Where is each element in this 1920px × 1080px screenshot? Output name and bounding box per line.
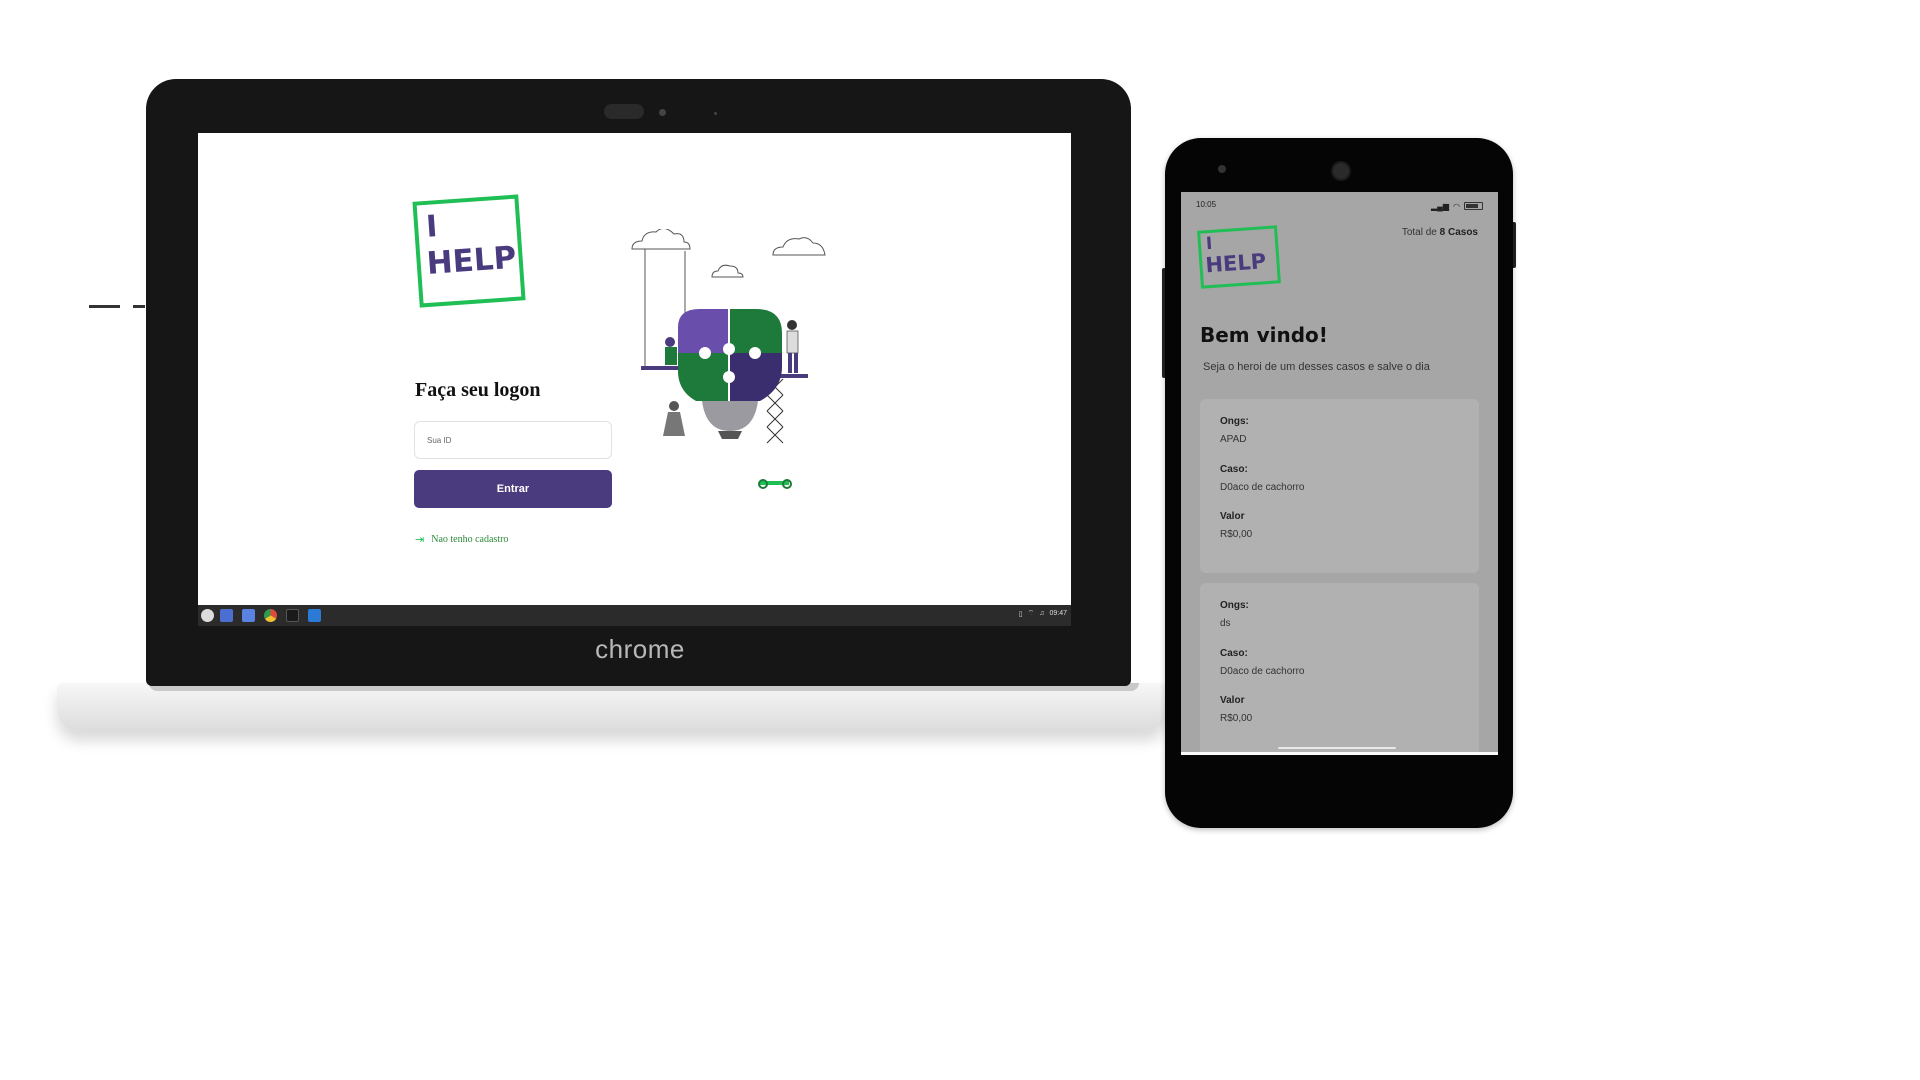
register-link-label: Nao tenho cadastro [431,534,509,545]
case-ong-label: Ongs: [1220,416,1249,427]
clock: 09:47 [1049,610,1067,617]
cloud-icon [631,229,691,250]
logo-text: I [1205,233,1214,255]
ihelp-logo: I HELP [1197,225,1281,289]
phone-sensor-icon [1218,165,1226,173]
case-valor-label: Valor [1220,511,1245,522]
phone-screen: 10:05 ▂▄▆ ◠ I HELP Total de 8 Casos Bem … [1181,192,1498,752]
terminal-icon[interactable] [286,609,299,622]
total-prefix: Total de [1401,227,1437,238]
laptop-screen: I HELP Faça seu logon Entrar ⇥ Nao tenho… [198,133,1071,626]
case-card[interactable]: Ongs: ds Caso: D0aco de cachorro Valor R… [1200,583,1479,752]
status-time: 10:05 [1196,200,1217,209]
battery-icon [1464,202,1483,210]
laptop-sensor [714,112,717,115]
laptop-sensor [659,109,666,116]
wifi-icon: ◠ [1453,201,1460,211]
welcome-subtitle: Seja o heroi de um desses casos e salve … [1203,361,1430,373]
volume-icon: ♫ [1039,610,1045,617]
logo-text: HELP [1204,249,1267,278]
case-valor-value: R$0,00 [1220,529,1253,540]
laptop-base [57,683,1167,731]
decorative-dash [89,305,120,308]
taskbar: ▯ ⌔ ♫ 09:47 [198,605,1071,626]
cloud-icon [711,264,744,278]
case-card[interactable]: Ongs: APAD Caso: D0aco de cachorro Valor… [1200,399,1479,573]
laptop-brand: chrome [595,634,685,664]
apps-launcher-icon[interactable] [201,609,214,622]
chrome-icon[interactable] [264,609,277,622]
case-caso-label: Caso: [1220,648,1248,659]
folder-icon[interactable] [242,609,255,622]
battery-icon: ▯ [1018,610,1023,618]
phone-camera-icon [1331,161,1351,181]
cloud-icon [772,237,826,256]
wifi-icon: ⌔ [1027,610,1035,617]
register-link[interactable]: ⇥ Nao tenho cadastro [415,533,508,546]
laptop-camera-icon [604,104,644,119]
case-caso-value: D0aco de cachorro [1220,666,1305,677]
puzzle-lightbulb-illustration [631,229,826,489]
case-caso-value: D0aco de cachorro [1220,482,1305,493]
system-tray: ▯ ⌔ ♫ 09:47 [1019,609,1067,618]
home-indicator[interactable] [1278,747,1396,749]
case-ong-label: Ongs: [1220,600,1249,611]
login-button[interactable]: Entrar [414,470,612,508]
phone-screen-edge [1181,752,1498,755]
case-ong-value: ds [1220,618,1231,629]
decorative-dash [133,305,145,308]
logo-text: HELP [425,239,518,282]
logo-text: I [425,209,439,245]
welcome-title: Bem vindo! [1200,323,1328,347]
case-caso-label: Caso: [1220,464,1248,475]
total-cases: Total de 8 Casos [1402,227,1478,238]
files-icon[interactable] [220,609,233,622]
vscode-icon[interactable] [308,609,321,622]
page-title: Faça seu logon [415,379,541,401]
sign-in-icon: ⇥ [415,534,425,546]
case-ong-value: APAD [1220,434,1247,445]
signal-icon: ▂▄▆ [1431,201,1450,211]
ihelp-logo: I HELP [412,194,526,308]
id-input[interactable] [414,421,612,459]
case-valor-label: Valor [1220,695,1245,706]
case-valor-value: R$0,00 [1220,713,1253,724]
total-value: 8 Casos [1439,227,1478,238]
status-bar: 10:05 ▂▄▆ ◠ [1196,200,1483,212]
